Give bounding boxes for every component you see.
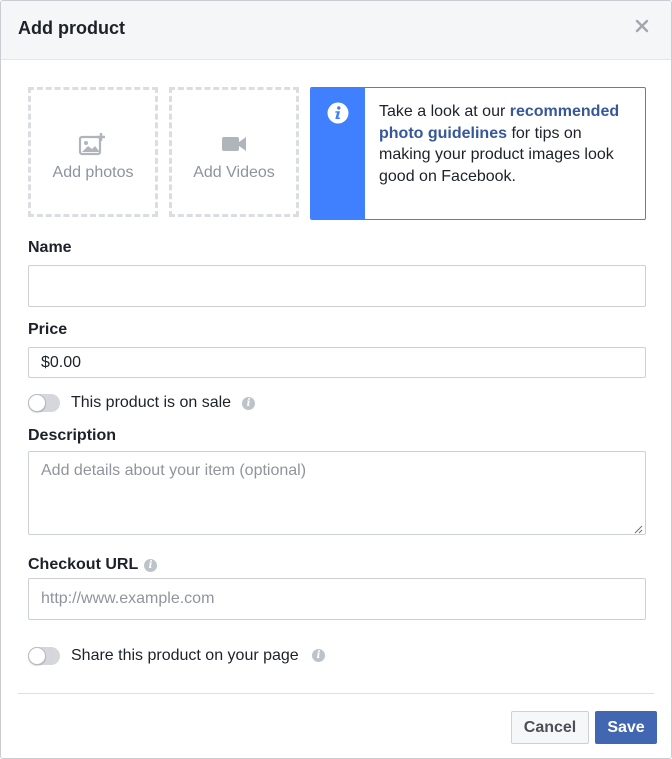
- cancel-button[interactable]: Cancel: [511, 711, 589, 744]
- notice-text: Take a look at our recommended photo gui…: [379, 101, 633, 187]
- share-product-label: Share this product on your page: [71, 647, 299, 664]
- checkout-url-info-icon[interactable]: i: [144, 559, 157, 572]
- add-videos-label: Add Videos: [193, 164, 275, 181]
- price-label: Price: [28, 321, 68, 338]
- add-photos-button[interactable]: Add photos: [28, 87, 158, 217]
- toggle-knob: [28, 647, 46, 665]
- share-product-toggle[interactable]: [28, 647, 60, 665]
- checkout-url-input[interactable]: [28, 578, 646, 620]
- checkout-url-label: Checkout URL: [28, 556, 139, 573]
- description-textarea[interactable]: [28, 451, 646, 535]
- dialog-header: Add product: [1, 1, 671, 60]
- footer-divider: [18, 693, 654, 694]
- share-product-info-icon[interactable]: i: [312, 649, 325, 662]
- on-sale-label: This product is on sale: [71, 394, 232, 411]
- close-icon[interactable]: [635, 19, 655, 39]
- add-product-dialog: Add product Add photos Add Videos Take a…: [0, 0, 672, 759]
- name-label: Name: [28, 239, 72, 256]
- video-camera-icon: [172, 132, 296, 156]
- description-label: Description: [28, 427, 117, 444]
- add-videos-button[interactable]: Add Videos: [169, 87, 299, 217]
- notice-text-before: Take a look at our: [379, 103, 510, 120]
- add-photos-label: Add photos: [52, 164, 134, 181]
- name-input[interactable]: [28, 265, 646, 307]
- on-sale-toggle[interactable]: [28, 394, 60, 412]
- toggle-knob: [28, 394, 46, 412]
- save-button[interactable]: Save: [595, 711, 657, 744]
- resize-handle-icon[interactable]: [633, 521, 643, 534]
- photo-plus-icon: [31, 132, 155, 156]
- notice-sidebar: [311, 88, 365, 219]
- price-input[interactable]: [28, 347, 646, 378]
- info-icon: [327, 102, 349, 129]
- photo-guidelines-notice: Take a look at our recommended photo gui…: [310, 87, 646, 220]
- dialog-title: Add product: [18, 18, 125, 38]
- on-sale-info-icon[interactable]: i: [242, 397, 255, 410]
